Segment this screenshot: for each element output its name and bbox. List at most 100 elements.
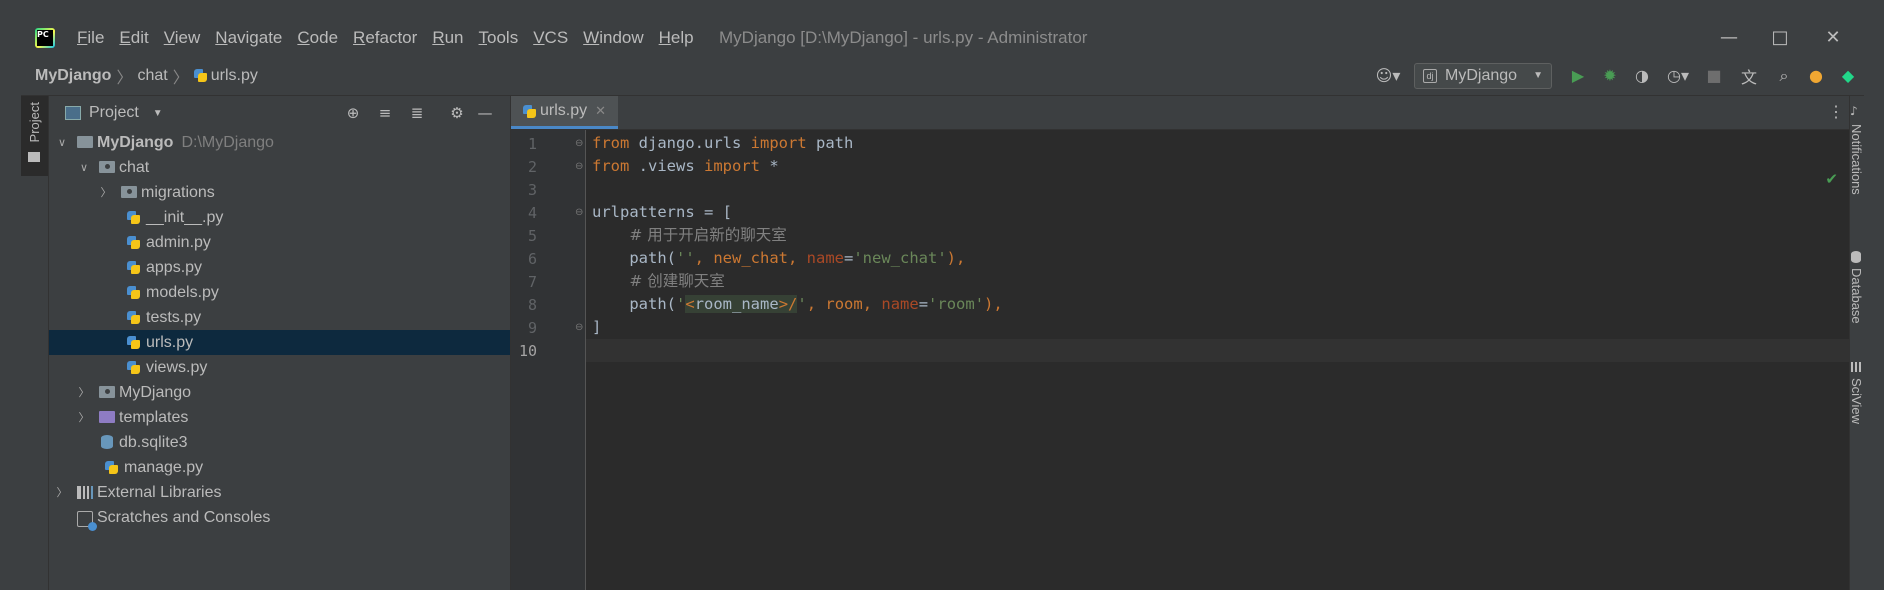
- chevron-down-icon[interactable]: ∨: [77, 155, 91, 180]
- user-account-icon[interactable]: ☺▾: [1368, 66, 1408, 85]
- translate-icon[interactable]: 文: [1730, 64, 1768, 88]
- fold-marker-icon[interactable]: ⊖: [575, 161, 585, 172]
- editor-tab-label: urls.py: [540, 102, 588, 119]
- close-icon[interactable]: ✕: [1805, 20, 1861, 56]
- gear-icon[interactable]: ⚙: [445, 96, 469, 130]
- run-config-select[interactable]: dj MyDjango ▼: [1414, 62, 1552, 89]
- tree-item-views-py[interactable]: views.py: [49, 355, 510, 380]
- menu-refactor[interactable]: Refactor: [353, 28, 417, 48]
- tree-item-templates[interactable]: 〉 templates: [49, 405, 510, 430]
- tree-item-urls-py[interactable]: urls.py: [49, 330, 510, 355]
- fold-marker-icon[interactable]: ⊖: [575, 207, 585, 218]
- chevron-right-icon[interactable]: 〉: [77, 405, 91, 430]
- run-icon[interactable]: ▶: [1562, 66, 1594, 85]
- python-file-icon: [127, 361, 140, 374]
- tree-item-models-py[interactable]: models.py: [49, 280, 510, 305]
- tree-item-tests-py[interactable]: tests.py: [49, 305, 510, 330]
- line-number: 8: [527, 296, 537, 314]
- menu-vcs[interactable]: VCS: [533, 28, 568, 48]
- navigation-bar: MyDjango 〉 chat 〉 urls.py ☺▾ dj MyDjango…: [21, 56, 1864, 96]
- tree-label: db.sqlite3: [119, 434, 188, 451]
- locate-icon[interactable]: ⊕: [341, 96, 365, 130]
- line-number: 5: [527, 227, 537, 245]
- no-problems-check-icon[interactable]: ✔: [1825, 170, 1838, 188]
- menu-window[interactable]: Window: [583, 28, 643, 48]
- sciview-icon: [1851, 362, 1861, 372]
- database-tool-tab[interactable]: Database: [1849, 268, 1864, 324]
- tree-item-admin-py[interactable]: admin.py: [49, 230, 510, 255]
- jetbrains-icon[interactable]: ◆: [1832, 66, 1864, 85]
- url-pattern-token: <: [685, 295, 695, 313]
- crumb-project[interactable]: MyDjango: [35, 67, 111, 85]
- update-icon[interactable]: ●: [1800, 66, 1832, 85]
- search-icon[interactable]: ⌕: [1768, 66, 1800, 86]
- package-folder-icon: [121, 186, 137, 198]
- notifications-tool-tab[interactable]: Notifications: [1849, 124, 1864, 195]
- tree-item-db-sqlite3[interactable]: db.sqlite3: [49, 430, 510, 455]
- tree-item-external-libraries[interactable]: 〉 External Libraries: [49, 480, 510, 505]
- python-file-icon: [127, 236, 140, 249]
- tree-item-scratches[interactable]: Scratches and Consoles: [49, 505, 510, 531]
- hide-panel-icon[interactable]: —: [473, 96, 497, 130]
- chevron-right-icon[interactable]: 〉: [99, 180, 113, 205]
- collapse-all-icon[interactable]: ≣: [405, 96, 429, 130]
- line-number: 3: [527, 181, 537, 199]
- chevron-right-icon[interactable]: 〉: [77, 380, 91, 405]
- url-pattern-token: room_name: [694, 295, 779, 313]
- menu-edit[interactable]: Edit: [119, 28, 148, 48]
- maximize-icon[interactable]: □: [1752, 20, 1808, 56]
- more-options-icon[interactable]: ⋮: [1828, 96, 1844, 129]
- menu-run[interactable]: Run: [432, 28, 463, 48]
- menu-help[interactable]: Help: [659, 28, 694, 48]
- scratches-icon: [77, 511, 97, 531]
- folder-icon: [77, 136, 93, 148]
- fold-marker-icon[interactable]: ⊖: [575, 138, 585, 149]
- profile-icon[interactable]: ◷▾: [1658, 66, 1698, 85]
- tree-item-migrations[interactable]: 〉 migrations: [49, 180, 510, 205]
- project-panel-title[interactable]: Project: [89, 104, 139, 122]
- tree-item-project-root[interactable]: ∨ MyDjango D:\MyDjango: [49, 130, 510, 155]
- menu-file[interactable]: File: [77, 28, 104, 48]
- expand-all-icon[interactable]: ≡: [373, 96, 397, 130]
- code-area[interactable]: from django.urls import path from .views…: [586, 130, 1850, 590]
- comment: # 用于开启新的聊天室: [629, 226, 787, 244]
- tree-label: admin.py: [146, 234, 211, 251]
- tree-item-mydjango-pkg[interactable]: 〉 MyDjango: [49, 380, 510, 405]
- code-line-10-current: [586, 339, 1850, 362]
- crumb-chat[interactable]: chat: [137, 67, 167, 85]
- coverage-icon[interactable]: ◑: [1626, 66, 1658, 85]
- token: .views: [629, 157, 704, 175]
- code-editor: urls.py ✕ ⋮ 1 2 3 4 5 6 7 8 9 10 ⊖ ⊖ ⊖ ⊖…: [511, 96, 1850, 590]
- tree-item-chat[interactable]: ∨ chat: [49, 155, 510, 180]
- project-panel-header: Project ▼ ⊕ ≡ ≣ ⚙ —: [49, 96, 510, 130]
- menu-view[interactable]: View: [164, 28, 201, 48]
- debug-icon[interactable]: ✹: [1594, 66, 1626, 85]
- sciview-tool-tab[interactable]: SciView: [1849, 378, 1864, 424]
- project-tool-tab[interactable]: Project: [21, 96, 48, 176]
- editor-tab-urls-py[interactable]: urls.py ✕: [511, 96, 618, 129]
- tree-label: MyDjango: [119, 384, 192, 401]
- tree-label: models.py: [146, 284, 219, 301]
- tree-item-apps-py[interactable]: apps.py: [49, 255, 510, 280]
- right-tool-strip: ♪ Notifications Database SciView: [1849, 96, 1864, 590]
- menu-code[interactable]: Code: [297, 28, 338, 48]
- code-line-1: from django.urls import path: [586, 132, 1850, 155]
- menu-navigate[interactable]: Navigate: [215, 28, 282, 48]
- crumb-file[interactable]: urls.py: [211, 67, 258, 85]
- tree-label: manage.py: [124, 459, 204, 476]
- token: ]: [592, 318, 602, 336]
- tree-item-init-py[interactable]: __init__.py: [49, 205, 510, 230]
- chevron-down-icon[interactable]: ∨: [55, 130, 69, 155]
- menu-tools[interactable]: Tools: [479, 28, 519, 48]
- chevron-right-icon[interactable]: 〉: [55, 480, 69, 505]
- tree-item-manage-py[interactable]: manage.py: [49, 455, 510, 480]
- token: urlpatterns = [: [592, 203, 732, 221]
- python-file-icon: [127, 311, 140, 324]
- fold-marker-icon[interactable]: ⊖: [575, 322, 585, 333]
- chevron-down-icon[interactable]: ▼: [153, 108, 163, 119]
- stop-icon[interactable]: ■: [1698, 66, 1730, 85]
- minimize-icon[interactable]: —: [1701, 20, 1757, 56]
- close-tab-icon[interactable]: ✕: [595, 104, 606, 119]
